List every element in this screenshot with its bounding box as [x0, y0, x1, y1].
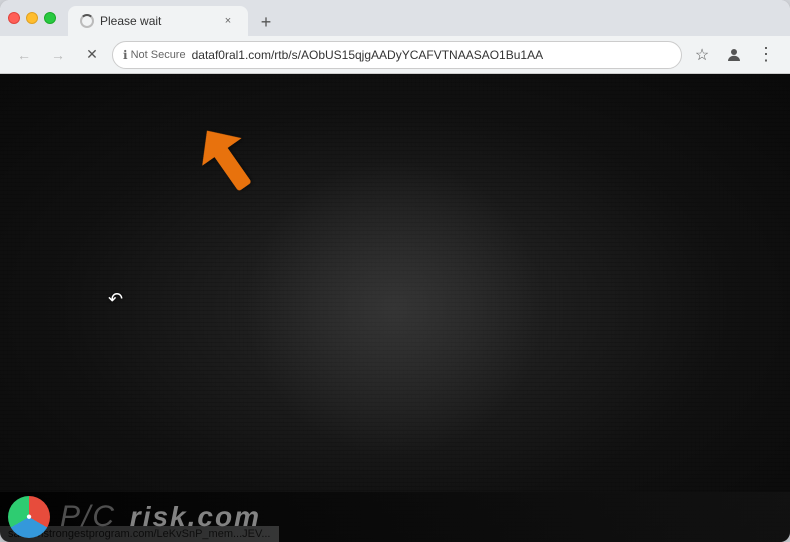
tab-close-button[interactable]: ×: [220, 13, 236, 29]
pcr-brand: P/C risk.com: [60, 500, 261, 534]
brand-suffix-text: risk.com: [130, 501, 261, 532]
mouse-cursor: ↶: [108, 289, 123, 310]
profile-icon: [725, 46, 743, 64]
tab-title: Please wait: [100, 14, 214, 28]
url-text: dataf0ral1.com/rtb/s/AObUS15qjgAADyYCAFV…: [192, 48, 671, 62]
close-window-button[interactable]: [8, 12, 20, 24]
new-tab-button[interactable]: +: [252, 8, 280, 36]
maximize-window-button[interactable]: [44, 12, 56, 24]
center-glow: [245, 158, 545, 458]
minimize-window-button[interactable]: [26, 12, 38, 24]
not-secure-text: Not Secure: [131, 49, 186, 61]
watermark-bar: P/C risk.com: [0, 492, 790, 542]
browser-window: Please wait × + ← → ✕ Not Secure dataf0r…: [0, 0, 790, 542]
toolbar-right: ☆ ⋮: [688, 41, 780, 69]
pcr-logo: P/C risk.com: [8, 496, 261, 538]
address-bar[interactable]: Not Secure dataf0ral1.com/rtb/s/AObUS15q…: [112, 41, 682, 69]
toolbar: ← → ✕ Not Secure dataf0ral1.com/rtb/s/AO…: [0, 36, 790, 74]
pcr-icon: [8, 496, 50, 538]
menu-button[interactable]: ⋮: [752, 41, 780, 69]
reload-button[interactable]: ✕: [78, 41, 106, 69]
loading-spinner: [80, 14, 94, 28]
security-indicator: Not Secure: [123, 48, 186, 62]
profile-button[interactable]: [720, 41, 748, 69]
back-button[interactable]: ←: [10, 41, 38, 69]
forward-button[interactable]: →: [44, 41, 72, 69]
browser-tab[interactable]: Please wait ×: [68, 6, 248, 36]
title-bar: Please wait × +: [0, 0, 790, 36]
bookmark-button[interactable]: ☆: [688, 41, 716, 69]
page-content: ↶ P/C risk.com saleamstrongestprogram.co…: [0, 74, 790, 542]
traffic-lights: [8, 12, 56, 24]
